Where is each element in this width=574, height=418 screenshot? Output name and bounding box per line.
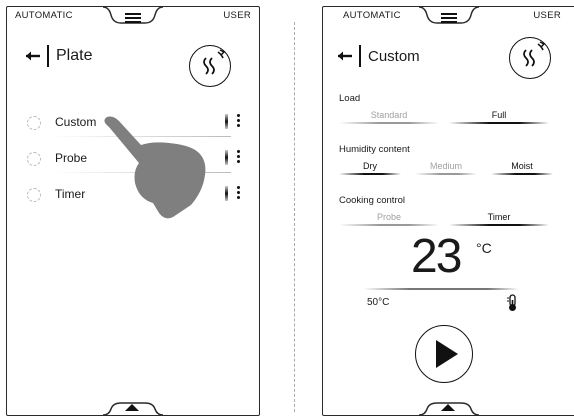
- radio-button[interactable]: [27, 116, 41, 130]
- back-arrow-icon[interactable]: [337, 50, 353, 62]
- steam-button[interactable]: [509, 37, 551, 79]
- pointing-hand-icon: [104, 116, 206, 219]
- expand-tab[interactable]: [103, 397, 163, 415]
- page-title: Plate: [56, 47, 93, 64]
- slider-handle-icon: [225, 186, 228, 201]
- menu-icon[interactable]: [441, 13, 457, 23]
- divider: [294, 22, 295, 412]
- plate-screen: AUTOMATIC USER Plate Custom Probe Timer: [6, 6, 260, 416]
- slider-handle-icon: [225, 150, 228, 165]
- temperature-underline: [363, 288, 519, 290]
- back-button[interactable]: Custom: [337, 45, 420, 67]
- humidity-label: Humidity content: [339, 144, 410, 155]
- item-label: Custom: [55, 115, 97, 129]
- load-label: Load: [339, 93, 361, 104]
- play-icon: [436, 340, 458, 368]
- mode-label[interactable]: AUTOMATIC: [15, 10, 73, 21]
- item-label: Probe: [55, 151, 88, 165]
- back-arrow-icon[interactable]: [25, 50, 41, 62]
- chevron-up-icon[interactable]: [441, 404, 455, 411]
- expand-tab[interactable]: [419, 397, 479, 415]
- temperature-value[interactable]: 23: [411, 233, 462, 281]
- slider-handle-icon: [225, 114, 228, 129]
- menu-icon[interactable]: [125, 13, 141, 23]
- mode-label[interactable]: AUTOMATIC: [343, 10, 401, 21]
- radio-button[interactable]: [27, 188, 41, 202]
- steam-button[interactable]: [189, 45, 231, 87]
- more-vertical-icon[interactable]: [237, 150, 241, 166]
- start-button[interactable]: [415, 325, 473, 383]
- load-option-full[interactable]: Full: [449, 110, 549, 124]
- cooking-control-option-probe[interactable]: Probe: [339, 212, 439, 226]
- menu-tab[interactable]: [103, 7, 163, 31]
- humidity-option-moist[interactable]: Moist: [491, 161, 553, 175]
- back-button[interactable]: Plate: [25, 45, 92, 67]
- probe-temperature: 50°C: [367, 297, 390, 308]
- menu-tab[interactable]: [419, 7, 479, 31]
- temperature-unit: °C: [476, 240, 492, 256]
- load-option-standard[interactable]: Standard: [339, 110, 439, 124]
- item-label: Timer: [55, 187, 86, 201]
- page-title: Custom: [368, 47, 420, 65]
- cooking-control-option-timer[interactable]: Timer: [449, 212, 549, 226]
- radio-button[interactable]: [27, 152, 41, 166]
- steam-refresh-icon: [203, 49, 226, 75]
- more-vertical-icon[interactable]: [237, 186, 241, 202]
- user-label[interactable]: USER: [533, 10, 561, 21]
- user-label[interactable]: USER: [223, 10, 251, 21]
- humidity-option-medium[interactable]: Medium: [415, 161, 477, 175]
- chevron-up-icon[interactable]: [125, 404, 139, 411]
- thermometer-icon: [507, 294, 516, 311]
- custom-screen: AUTOMATIC USER Custom Load Standard Full…: [322, 6, 574, 416]
- humidity-option-dry[interactable]: Dry: [339, 161, 401, 175]
- cooking-control-label: Cooking control: [339, 195, 406, 206]
- more-vertical-icon[interactable]: [237, 114, 241, 130]
- steam-refresh-icon: [523, 41, 546, 67]
